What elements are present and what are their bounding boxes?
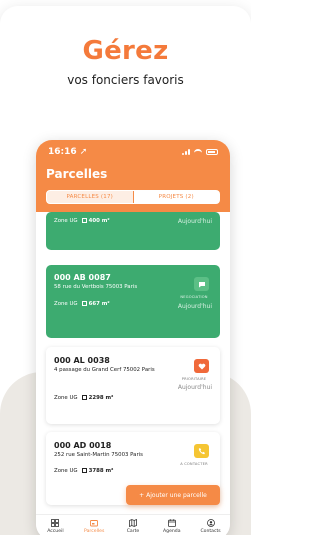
parcel-date: Aujourd'hui	[177, 218, 212, 225]
area-icon	[81, 468, 87, 473]
parcel-zone: Zone UG 2298 m²	[54, 395, 114, 401]
parcel-zone: Zone UG 667 m²	[54, 301, 110, 307]
battery-icon	[206, 148, 218, 155]
status-icons	[182, 148, 218, 155]
folder-icon	[90, 519, 99, 527]
parcel-status: NEGOCIATION	[180, 295, 208, 299]
tab-contacts[interactable]: Contacts	[191, 515, 230, 535]
add-parcel-button[interactable]: + Ajouter une parcelle	[126, 485, 220, 505]
parcel-zone: Zone UG 3788 m²	[54, 468, 114, 474]
screen-title: Parcelles	[46, 167, 108, 181]
segmented-control: PARCELLES (17) PROJETS (2)	[46, 190, 220, 204]
parcel-card[interactable]: 000 AL 0038 4 passage du Grand Cerf 7500…	[46, 347, 220, 424]
promo-headline: Gérez	[82, 36, 169, 66]
parcel-id: 000 AD 0018	[54, 441, 112, 450]
status-time: 16:16 ➚	[48, 147, 88, 157]
parcel-card[interactable]: 000 AB 0087 58 rue du Vertbois 75003 Par…	[46, 265, 220, 338]
app-header: 16:16 ➚ Parcelles PARCELLES (17) PROJETS…	[36, 140, 230, 212]
tab-agenda[interactable]: Agenda	[152, 515, 191, 535]
promo-subline: vos fonciers favoris	[67, 73, 184, 87]
parcel-date: Aujourd'hui	[177, 303, 212, 310]
signal-icon	[182, 148, 190, 155]
parcel-status: PRIORITAIRE	[181, 377, 207, 381]
wifi-icon	[194, 148, 202, 155]
parcel-zone: Zone UG 400 m²	[54, 218, 110, 224]
parcel-card[interactable]: Zone UG 400 m² Aujourd'hui	[46, 212, 220, 250]
promo-screen: Gérez vos fonciers favoris 16:16 ➚ Parce…	[0, 0, 251, 535]
parcel-address: 4 passage du Grand Cerf 75002 Paris	[54, 367, 155, 373]
tab-carte[interactable]: Carte	[114, 515, 153, 535]
contacts-icon	[206, 519, 215, 527]
phone-mockup: 16:16 ➚ Parcelles PARCELLES (17) PROJETS…	[36, 140, 230, 535]
bottom-tabbar: Accueil Parcelles Carte Agenda Contacts	[36, 514, 230, 535]
area-icon	[81, 218, 87, 223]
parcel-status: A CONTACTER	[180, 462, 208, 466]
tab-projets[interactable]: PROJETS (2)	[134, 191, 220, 203]
phone-icon	[194, 444, 209, 458]
parcel-id: 000 AL 0038	[54, 356, 110, 365]
parcel-date: Aujourd'hui	[177, 384, 212, 391]
heart-icon	[194, 359, 209, 373]
grid-icon	[51, 519, 60, 527]
tab-parcelles-nav[interactable]: Parcelles	[75, 515, 114, 535]
parcel-address: 252 rue Saint-Martin 75003 Paris	[54, 452, 143, 458]
tab-parcelles[interactable]: PARCELLES (17)	[47, 191, 134, 203]
area-icon	[81, 301, 87, 306]
chat-icon	[194, 277, 209, 291]
map-icon	[129, 519, 137, 527]
area-icon	[81, 395, 87, 400]
tab-accueil[interactable]: Accueil	[36, 515, 75, 535]
parcel-id: 000 AB 0087	[54, 273, 111, 282]
calendar-icon	[167, 519, 176, 527]
parcel-address: 58 rue du Vertbois 75003 Paris	[54, 284, 138, 290]
